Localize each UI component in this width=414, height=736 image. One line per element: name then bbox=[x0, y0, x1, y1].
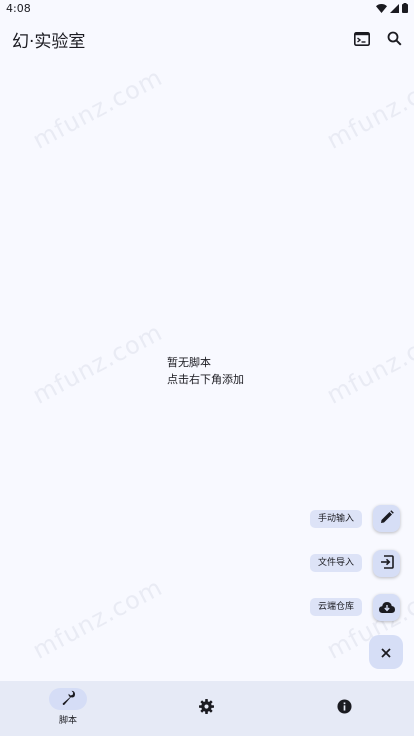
empty-state-message: 暂无脚本 点击右下角添加 bbox=[167, 354, 244, 388]
gear-icon bbox=[198, 698, 214, 718]
watermark: mfunz.com bbox=[28, 572, 168, 665]
manual-input-label[interactable]: 手动输入 bbox=[310, 510, 363, 528]
watermark: mfunz.com bbox=[28, 317, 168, 410]
nav-label-scripts: 脚本 bbox=[58, 716, 77, 726]
status-time: 4:08 bbox=[6, 2, 31, 15]
app-bar: 幻·实验室 bbox=[0, 22, 414, 56]
bottom-navigation: 脚本 bbox=[0, 681, 414, 736]
file-import-label[interactable]: 文件导入 bbox=[310, 554, 363, 572]
info-icon bbox=[336, 698, 352, 718]
search-icon bbox=[387, 31, 402, 50]
cloud-repo-label[interactable]: 云端仓库 bbox=[310, 598, 363, 616]
search-button[interactable] bbox=[382, 28, 406, 52]
terminal-icon bbox=[354, 31, 370, 50]
close-icon bbox=[381, 643, 391, 662]
wrench-icon bbox=[61, 690, 76, 709]
status-bar: 4:08 bbox=[0, 0, 414, 18]
nav-item-scripts[interactable]: 脚本 bbox=[0, 681, 138, 736]
nav-active-indicator bbox=[49, 688, 87, 710]
cloud-download-icon bbox=[378, 598, 395, 617]
pencil-icon bbox=[380, 509, 394, 528]
import-icon bbox=[380, 554, 394, 573]
empty-state-hint: 点击右下角添加 bbox=[167, 373, 244, 386]
wifi-icon bbox=[376, 3, 387, 13]
status-icons bbox=[376, 3, 408, 13]
empty-state-title: 暂无脚本 bbox=[167, 356, 211, 369]
cloud-repo-button[interactable] bbox=[373, 594, 400, 621]
watermark: mfunz.com bbox=[322, 317, 414, 410]
signal-icon bbox=[390, 3, 399, 13]
app-title: 幻·实验室 bbox=[12, 32, 86, 52]
close-fab-button[interactable] bbox=[369, 635, 403, 669]
battery-icon bbox=[402, 3, 408, 13]
manual-input-button[interactable] bbox=[373, 505, 400, 532]
terminal-button[interactable] bbox=[350, 28, 374, 52]
nav-item-settings[interactable] bbox=[138, 681, 276, 736]
watermark: mfunz.com bbox=[28, 62, 168, 155]
watermark: mfunz.com bbox=[322, 62, 414, 155]
file-import-button[interactable] bbox=[373, 550, 400, 577]
nav-item-about[interactable] bbox=[276, 681, 414, 736]
